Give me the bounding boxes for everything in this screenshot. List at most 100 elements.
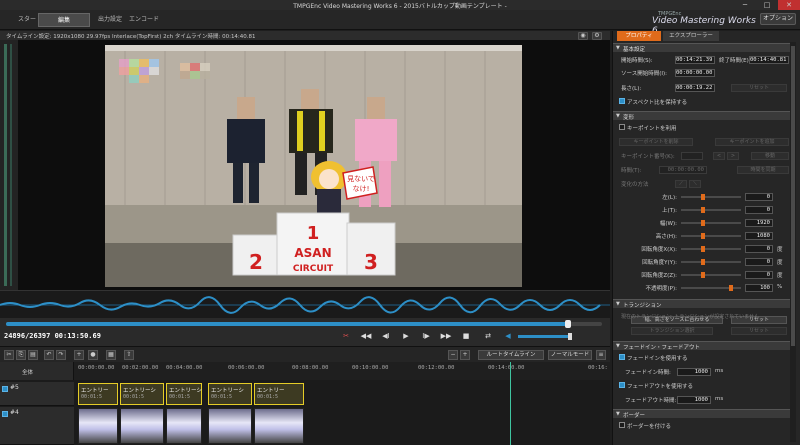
clip[interactable]: エントリーシ 00:01:5 <box>166 383 202 405</box>
time-input[interactable]: 00:00:00.00 <box>659 166 707 174</box>
section-transform[interactable]: ▼ 変形 <box>613 111 791 121</box>
fade-in-checkbox[interactable] <box>619 354 625 360</box>
cut-tool-icon[interactable]: ✂ <box>4 350 14 360</box>
tab-properties[interactable]: プロパティ <box>617 31 661 41</box>
next-keypoint-button[interactable]: > <box>727 152 739 160</box>
timeline-mode-dropdown[interactable]: ルートタイムライン <box>478 350 544 360</box>
filter-icon[interactable]: ▦ <box>106 350 116 360</box>
add-keypoint-button[interactable]: キーポイントを追加 <box>715 138 789 146</box>
redo-icon[interactable]: ↷ <box>56 350 66 360</box>
zoom-out-icon[interactable]: − <box>448 350 458 360</box>
panel-scrollbar[interactable] <box>790 42 796 442</box>
clip-add-icon[interactable]: + <box>74 350 84 360</box>
keypoint-number-input[interactable] <box>681 152 703 160</box>
copy-icon[interactable]: ⎘ <box>16 350 26 360</box>
transform-row-slider-handle[interactable] <box>701 207 705 213</box>
upload-icon[interactable]: ⇧ <box>124 350 134 360</box>
clip[interactable]: エントリー 00:01:5 <box>254 383 304 405</box>
panel-scrollbar-thumb[interactable] <box>791 46 795 346</box>
undo-icon[interactable]: ↶ <box>44 350 54 360</box>
transform-row-input[interactable]: 0 <box>745 245 773 253</box>
prev-frame-button[interactable]: ◀I <box>380 331 392 341</box>
transform-row-slider-handle[interactable] <box>701 272 705 278</box>
volume-handle[interactable] <box>568 333 572 340</box>
menu-icon[interactable]: ≡ <box>596 350 606 360</box>
transform-row-slider-handle[interactable] <box>701 194 705 200</box>
tab-encode[interactable]: エンコード <box>118 13 170 27</box>
loop-button[interactable]: ⇄ <box>482 331 494 341</box>
transform-row-slider[interactable] <box>681 222 741 224</box>
transform-row-input[interactable]: 0 <box>745 206 773 214</box>
seek-handle[interactable] <box>565 320 571 328</box>
keep-aspect-checkbox[interactable] <box>619 98 625 104</box>
track-header[interactable]: #4 <box>0 407 74 445</box>
start-time-input[interactable]: 00:14:21.39 <box>675 56 715 64</box>
gear-icon[interactable]: ⚙ <box>592 32 602 40</box>
delete-keypoint-button[interactable]: キーポイントを削除 <box>619 138 693 146</box>
clip-thumbnail[interactable] <box>78 408 118 444</box>
next-frame-button[interactable]: I▶ <box>420 331 432 341</box>
clip-thumbnail[interactable] <box>208 408 252 444</box>
transform-row-slider-handle[interactable] <box>701 220 705 226</box>
transform-row-input[interactable]: 1920 <box>745 219 773 227</box>
prev-keypoint-button[interactable]: < <box>713 152 725 160</box>
fade-in-time-input[interactable]: 1000 <box>677 368 711 376</box>
clip[interactable]: エントリー 00:01:5 <box>78 383 118 405</box>
maximize-button[interactable]: □ <box>756 0 778 10</box>
stop-button[interactable]: ■ <box>460 331 472 341</box>
transform-row-slider[interactable] <box>681 196 741 198</box>
camera-icon[interactable]: ◉ <box>578 32 588 40</box>
transform-row-slider[interactable] <box>681 209 741 211</box>
audio-waveform[interactable] <box>0 290 610 318</box>
reset-button[interactable]: リセット <box>731 84 787 92</box>
tab-explorer[interactable]: エクスプローラー <box>663 31 719 41</box>
sync-time-button[interactable]: 時間を同期 <box>737 166 789 174</box>
fast-forward-button[interactable]: ▶▶ <box>440 331 452 341</box>
section-fade[interactable]: ▼ フェードイン・フェードアウト <box>613 341 791 351</box>
use-keypoint-checkbox[interactable] <box>619 124 625 130</box>
transition-reset-button[interactable]: リセット <box>731 327 787 335</box>
preview-frame[interactable]: 見ないで なけ! 2 1 ASAN CIRCUIT 3 <box>105 45 522 287</box>
transition-select-button[interactable]: トランジション選択 <box>631 327 713 335</box>
transform-row-slider[interactable] <box>681 235 741 237</box>
paste-icon[interactable]: ▤ <box>28 350 38 360</box>
length-input[interactable]: 00:00:19.22 <box>675 84 715 92</box>
minimize-button[interactable]: ─ <box>734 0 756 10</box>
transform-row-input[interactable]: 0 <box>745 271 773 279</box>
volume-slider[interactable] <box>518 335 570 338</box>
options-button[interactable]: オプション <box>760 13 796 25</box>
transform-row-input[interactable]: 1080 <box>745 232 773 240</box>
clip-thumbnail[interactable] <box>166 408 202 444</box>
section-transition[interactable]: ▼ トランジション <box>613 299 791 309</box>
rewind-button[interactable]: ◀◀ <box>360 331 372 341</box>
move-keypoint-button[interactable]: 移動 <box>751 152 789 160</box>
transform-row-input[interactable]: 0 <box>745 193 773 201</box>
transform-row-input[interactable]: 0 <box>745 258 773 266</box>
close-button[interactable]: ✕ <box>778 0 800 10</box>
color-icon[interactable]: ● <box>88 350 98 360</box>
transform-row-slider-handle[interactable] <box>729 285 733 291</box>
section-basic[interactable]: ▼ 基本設定 <box>613 43 791 53</box>
playhead[interactable] <box>510 362 511 445</box>
fade-out-time-input[interactable]: 1000 <box>677 396 711 404</box>
tab-edit[interactable]: 編集 <box>38 13 90 27</box>
method-ease-in-icon[interactable]: ⟋ <box>675 180 687 188</box>
source-start-input[interactable]: 00:00:00.00 <box>675 69 715 77</box>
transform-row-slider-handle[interactable] <box>701 259 705 265</box>
play-button[interactable]: ▶ <box>400 331 412 341</box>
volume-icon[interactable]: ◀ <box>502 331 514 341</box>
transform-row-input[interactable]: 100 <box>745 284 773 292</box>
transform-row-slider[interactable] <box>681 248 741 250</box>
transform-row-slider-handle[interactable] <box>701 246 705 252</box>
end-time-input[interactable]: 00:14:40.81 <box>749 56 789 64</box>
track-visible-toggle[interactable] <box>2 411 8 417</box>
section-border[interactable]: ▼ ボーダー <box>613 409 791 419</box>
method-ease-out-icon[interactable]: ⟍ <box>689 180 701 188</box>
fade-out-checkbox[interactable] <box>619 382 625 388</box>
track-header[interactable]: #5 <box>0 382 74 406</box>
cut-button[interactable]: ✂ <box>340 331 352 341</box>
clip-thumbnail[interactable] <box>254 408 304 444</box>
track-visible-toggle[interactable] <box>2 386 8 392</box>
transform-row-slider[interactable] <box>681 261 741 263</box>
clip[interactable]: エントリーシ 00:01:5 <box>120 383 164 405</box>
